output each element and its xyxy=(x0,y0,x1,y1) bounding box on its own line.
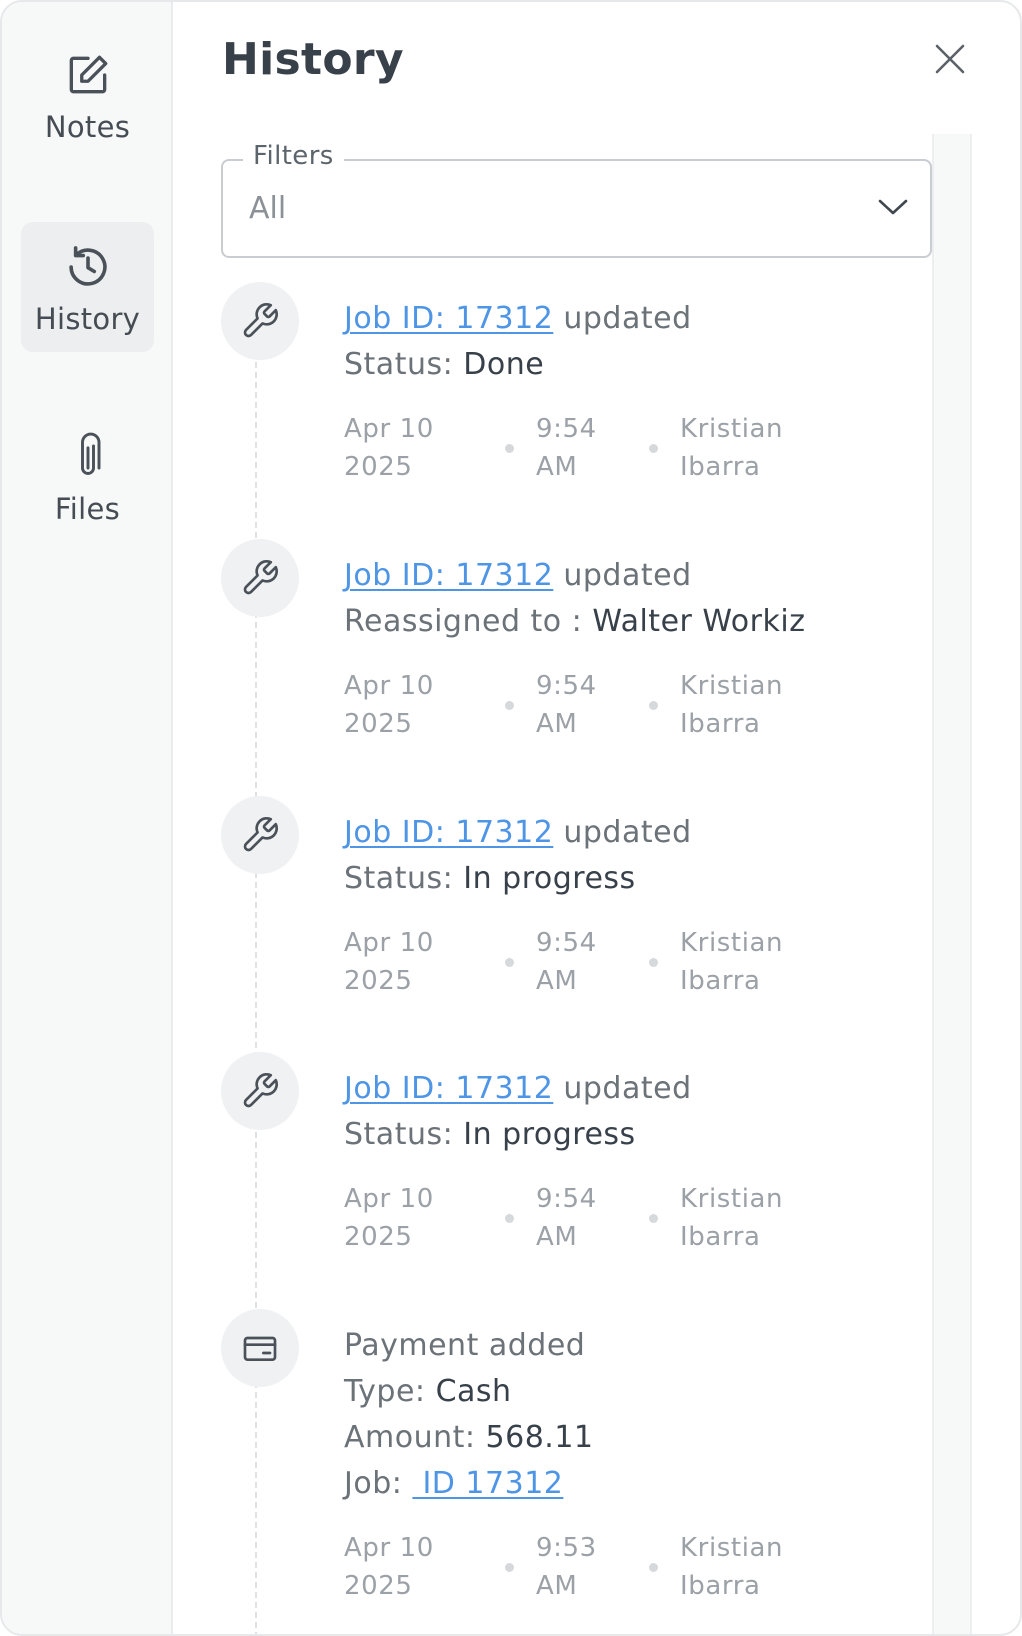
job-link[interactable]: Job ID: 17312 xyxy=(344,815,553,850)
chevron-down-icon xyxy=(878,199,908,215)
paperclip-icon xyxy=(59,428,117,486)
rail-item-label: Notes xyxy=(44,110,131,144)
job-link[interactable]: ID 17312 xyxy=(412,1466,563,1501)
payment-title: Payment added xyxy=(344,1328,586,1363)
wrench-icon xyxy=(243,1073,278,1108)
entry-meta: Apr 10 2025 9:54 AM Kristian Ibarra xyxy=(344,924,904,1004)
detail-value: In progress xyxy=(463,861,636,896)
scrollbar[interactable] xyxy=(932,134,972,1634)
close-icon xyxy=(935,44,965,74)
entry-action: updated xyxy=(563,1071,692,1106)
filters-label: Filters xyxy=(243,141,344,171)
detail-value: In progress xyxy=(463,1117,636,1152)
entry-user: Kristian Ibarra xyxy=(680,414,784,482)
filters-value: All xyxy=(249,191,287,226)
separator-dot xyxy=(505,444,514,453)
separator-dot xyxy=(649,1563,658,1572)
entry-meta: Apr 10 2025 9:54 AM Kristian Ibarra xyxy=(344,1180,904,1260)
separator-dot xyxy=(649,444,658,453)
entry-time: 9:53 AM xyxy=(536,1533,597,1601)
entry-date: Apr 10 2025 xyxy=(344,928,434,996)
entry-date: Apr 10 2025 xyxy=(344,1533,434,1601)
entry-badge xyxy=(221,1052,299,1130)
job-link[interactable]: Job ID: 17312 xyxy=(344,1071,553,1106)
entry-date: Apr 10 2025 xyxy=(344,1184,434,1252)
separator-dot xyxy=(505,701,514,710)
detail-value: Walter Workiz xyxy=(592,604,806,639)
amount-value: 568.11 xyxy=(485,1420,594,1455)
history-icon xyxy=(59,238,117,296)
wrench-icon xyxy=(243,303,278,338)
entry-badge xyxy=(221,539,299,617)
entry-badge xyxy=(221,1309,299,1387)
entry-user: Kristian Ibarra xyxy=(680,1184,784,1252)
job-link[interactable]: Job ID: 17312 xyxy=(344,301,553,336)
rail-item-notes[interactable]: Notes xyxy=(21,30,154,160)
entry-action: updated xyxy=(563,558,692,593)
separator-dot xyxy=(649,1214,658,1223)
entry-user: Kristian Ibarra xyxy=(680,671,784,739)
wrench-icon xyxy=(243,560,278,595)
separator-dot xyxy=(505,1214,514,1223)
detail-label: Status: xyxy=(344,347,454,382)
separator-dot xyxy=(649,701,658,710)
job-link[interactable]: Job ID: 17312 xyxy=(344,558,553,593)
rail-item-files[interactable]: Files xyxy=(21,412,154,542)
separator-dot xyxy=(505,1563,514,1572)
type-value: Cash xyxy=(435,1374,512,1409)
history-panel: Notes History Files History Filters All … xyxy=(0,0,1022,1636)
entry-user: Kristian Ibarra xyxy=(680,1533,784,1601)
detail-label: Status: xyxy=(344,861,454,896)
entry-time: 9:54 AM xyxy=(536,671,597,739)
entry-meta: Apr 10 2025 9:54 AM Kristian Ibarra xyxy=(344,410,904,490)
rail-item-label: Files xyxy=(54,492,121,526)
separator-dot xyxy=(505,958,514,967)
entry-action: updated xyxy=(563,815,692,850)
detail-label: Reassigned to : xyxy=(344,604,583,639)
entry-meta: Apr 10 2025 9:54 AM Kristian Ibarra xyxy=(344,667,904,747)
entry-time: 9:54 AM xyxy=(536,1184,597,1252)
timeline-line xyxy=(255,302,257,1634)
entry-time: 9:54 AM xyxy=(536,928,597,996)
rail-item-label: History xyxy=(34,302,141,336)
credit-card-icon xyxy=(243,1336,277,1361)
rail-item-history[interactable]: History xyxy=(21,222,154,352)
separator-dot xyxy=(649,958,658,967)
filters-select[interactable]: Filters All xyxy=(221,141,932,258)
entry-badge xyxy=(221,282,299,360)
entry-date: Apr 10 2025 xyxy=(344,671,434,739)
detail-label: Status: xyxy=(344,1117,454,1152)
entry-meta: Apr 10 2025 9:53 AM Kristian Ibarra xyxy=(344,1529,904,1609)
close-button[interactable] xyxy=(927,36,973,82)
amount-label: Amount: xyxy=(344,1420,476,1455)
entry-time: 9:54 AM xyxy=(536,414,597,482)
edit-note-icon xyxy=(59,46,117,104)
job-label: Job: xyxy=(344,1466,403,1501)
wrench-icon xyxy=(243,817,278,852)
side-rail: Notes History Files xyxy=(2,2,173,1634)
entry-badge xyxy=(221,796,299,874)
entry-action: updated xyxy=(563,301,692,336)
entry-date: Apr 10 2025 xyxy=(344,414,434,482)
entry-user: Kristian Ibarra xyxy=(680,928,784,996)
page-title: History xyxy=(222,34,404,85)
detail-value: Done xyxy=(463,347,545,382)
type-label: Type: xyxy=(344,1374,426,1409)
